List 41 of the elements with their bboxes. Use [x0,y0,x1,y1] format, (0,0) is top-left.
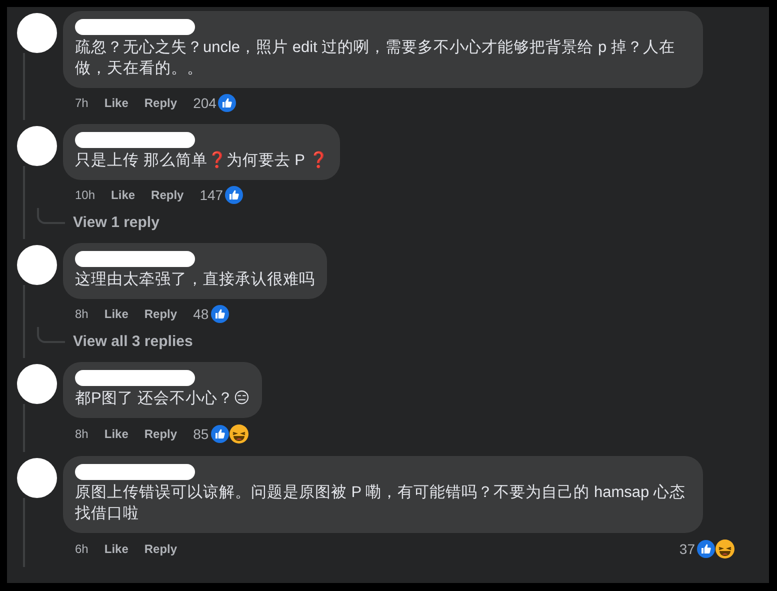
reaction-count[interactable]: 204 [193,95,216,111]
view-replies-link[interactable]: View all 3 replies [65,331,193,358]
avatar[interactable] [17,13,57,53]
comment-time[interactable]: 8h [75,427,88,441]
reply-link[interactable]: Reply [144,542,178,556]
comment-time[interactable]: 8h [75,307,88,321]
reaction-count[interactable]: 85 [193,426,209,442]
like-link[interactable]: Like [104,542,128,556]
like-icon [218,94,236,112]
comment-time[interactable]: 6h [75,542,88,556]
reply-connector-line [37,208,65,224]
like-icon [210,305,229,323]
avatar[interactable] [17,364,57,404]
like-icon [225,186,244,204]
like-link[interactable]: Like [104,307,128,321]
reply-link[interactable]: Reply [144,307,178,321]
avatar[interactable] [17,245,57,285]
like-icon [210,425,229,443]
comment-text: 只是上传 那么简单❓为何要去 P ❓ [75,150,328,171]
comment-text: 都P图了 还会不小心？😑 [75,389,250,409]
like-link[interactable]: Like [104,96,128,110]
like-icon [697,540,715,558]
laughing-face-icon [715,539,735,559]
avatar[interactable] [17,458,57,498]
comment-time[interactable]: 10h [75,188,96,202]
reaction-count[interactable]: 37 [679,541,695,557]
comment-time[interactable]: 7h [75,96,88,110]
reply-connector-line [37,327,65,343]
reaction-count[interactable]: 48 [193,306,209,322]
comment-text: 疏忽？无心之失？uncle，照片 edit 过的咧，需要多不小心才能够把背景给 p 掉？人在做，天在看的。。 [75,38,676,79]
comment-text: 这理由太牵强了，直接承认很难吗 [75,270,315,290]
view-replies-link[interactable]: View 1 reply [65,212,160,239]
comment-text: 原图上传错误可以谅解。问题是原图被 P 嘞，有可能错吗？不要为自己的 hamsap 心态找借口啦 [75,483,686,524]
like-link[interactable]: Like [111,188,136,202]
avatar[interactable] [17,126,57,166]
reply-link[interactable]: Reply [144,427,178,441]
reply-link[interactable]: Reply [144,96,178,110]
laughing-face-icon [228,424,249,444]
like-link[interactable]: Like [104,427,128,441]
reply-link[interactable]: Reply [151,188,184,202]
reaction-count[interactable]: 147 [200,187,224,203]
